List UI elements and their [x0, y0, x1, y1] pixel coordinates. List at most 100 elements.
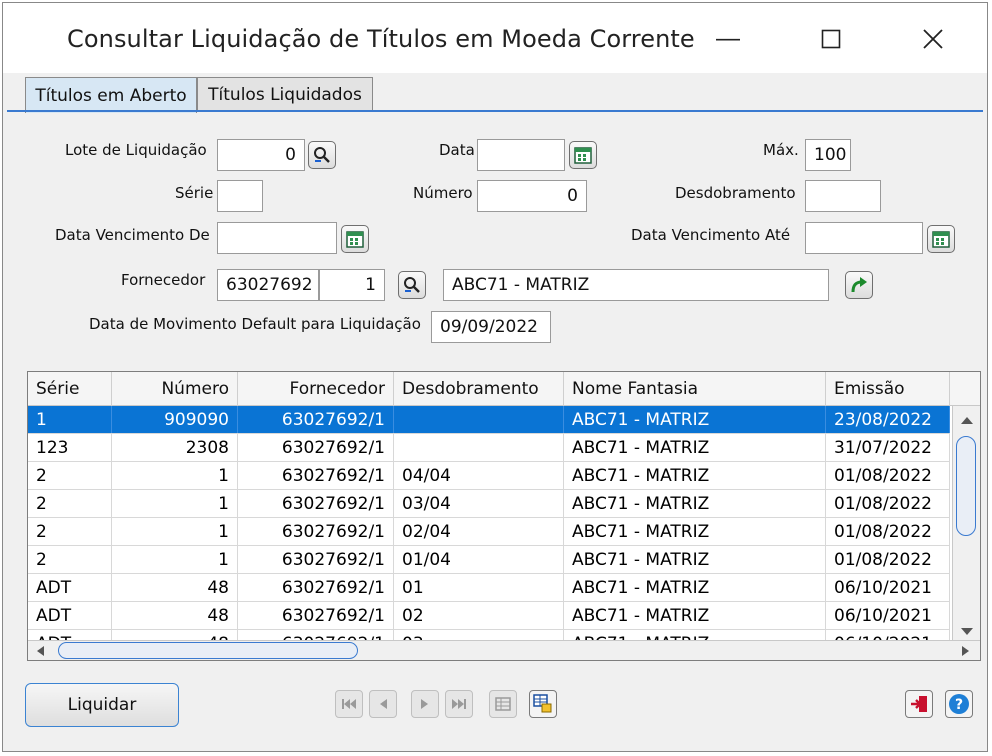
- venc-de-calendar-button[interactable]: [341, 225, 369, 253]
- first-record-button[interactable]: [335, 690, 363, 718]
- scroll-down-icon: [961, 628, 973, 635]
- max-label: Máx.: [763, 141, 799, 159]
- mov-input[interactable]: 09/09/2022: [431, 311, 551, 343]
- cell-serie: 2: [28, 462, 112, 489]
- lote-search-button[interactable]: [308, 141, 336, 169]
- help-icon: ?: [949, 694, 969, 714]
- maximize-button[interactable]: [801, 17, 861, 61]
- lote-label: Lote de Liquidação: [65, 141, 207, 159]
- scroll-left-icon: [37, 646, 44, 656]
- horizontal-scrollbar[interactable]: [28, 640, 980, 660]
- fornecedor-seq-input[interactable]: 1: [319, 269, 385, 301]
- cell-nome-fantasia: ABC71 - MATRIZ: [564, 602, 826, 629]
- fornecedor-name-field: ABC71 - MATRIZ: [443, 269, 829, 301]
- exit-button[interactable]: [905, 690, 933, 718]
- green-arrow-icon: [851, 277, 867, 293]
- col-header-serie[interactable]: Série: [28, 372, 112, 406]
- desdobramento-label: Desdobramento: [675, 184, 796, 202]
- serie-input[interactable]: [217, 180, 263, 212]
- venc-de-label: Data Vencimento De: [55, 226, 210, 244]
- previous-record-button[interactable]: [369, 690, 397, 718]
- cell-desdobramento: 01/04: [394, 546, 564, 573]
- cell-emissao: 06/10/2021: [826, 602, 950, 629]
- col-header-nome-fantasia[interactable]: Nome Fantasia: [564, 372, 826, 406]
- cell-numero: 1: [112, 518, 238, 545]
- cell-nome-fantasia: ABC71 - MATRIZ: [564, 462, 826, 489]
- cell-emissao: 23/08/2022: [826, 406, 950, 433]
- export-button[interactable]: [529, 690, 557, 718]
- data-input[interactable]: [477, 139, 565, 171]
- table-row[interactable]: 2 1 63027692/1 04/04 ABC71 - MATRIZ 01/08/202…: [28, 462, 950, 490]
- data-calendar-button[interactable]: [569, 141, 597, 169]
- venc-ate-label: Data Vencimento Até: [631, 226, 791, 244]
- lote-input[interactable]: 0: [217, 139, 305, 171]
- table-row[interactable]: 2 1 63027692/1 02/04 ABC71 - MATRIZ 01/08/202…: [28, 518, 950, 546]
- col-header-numero[interactable]: Número: [112, 372, 238, 406]
- first-icon: [342, 699, 356, 709]
- cell-fornecedor: 63027692/1: [238, 490, 394, 517]
- cell-fornecedor: 63027692/1: [238, 434, 394, 461]
- table-row[interactable]: 1 909090 63027692/1 ABC71 - MATRIZ 23/08/202…: [28, 406, 950, 434]
- next-record-button[interactable]: [411, 690, 439, 718]
- cell-desdobramento: [394, 434, 564, 461]
- vertical-scrollbar[interactable]: [952, 406, 980, 646]
- cell-numero: 1: [112, 490, 238, 517]
- maximize-icon: [821, 29, 841, 49]
- horizontal-scroll-thumb[interactable]: [58, 642, 358, 659]
- venc-ate-input[interactable]: [805, 222, 923, 254]
- tab-titulos-liquidados[interactable]: Títulos Liquidados: [197, 77, 373, 111]
- cell-serie: 2: [28, 490, 112, 517]
- cell-serie: 2: [28, 546, 112, 573]
- cell-desdobramento: [394, 406, 564, 433]
- minimize-button[interactable]: —: [698, 17, 758, 61]
- next-icon: [421, 699, 428, 709]
- venc-ate-calendar-button[interactable]: [927, 225, 955, 253]
- cell-emissao: 01/08/2022: [826, 462, 950, 489]
- venc-de-input[interactable]: [217, 222, 337, 254]
- table-row[interactable]: 123 2308 63027692/1 ABC71 - MATRIZ 31/07/202…: [28, 434, 950, 462]
- col-header-emissao[interactable]: Emissão: [826, 372, 950, 406]
- table-row[interactable]: ADT 48 63027692/1 02 ABC71 - MATRIZ 06/10/202…: [28, 602, 950, 630]
- liquidar-button[interactable]: Liquidar: [25, 683, 179, 727]
- tab-titulos-em-aberto[interactable]: Títulos em Aberto: [25, 77, 197, 113]
- table-row[interactable]: 2 1 63027692/1 03/04 ABC71 - MATRIZ 01/08/202…: [28, 490, 950, 518]
- data-label: Data: [439, 141, 475, 159]
- cell-fornecedor: 63027692/1: [238, 518, 394, 545]
- cell-nome-fantasia: ABC71 - MATRIZ: [564, 434, 826, 461]
- cell-nome-fantasia: ABC71 - MATRIZ: [564, 574, 826, 601]
- numero-input[interactable]: 0: [477, 180, 587, 212]
- cell-emissao: 31/07/2022: [826, 434, 950, 461]
- grid-header: Série Número Fornecedor Desdobramento No…: [28, 372, 980, 406]
- cell-fornecedor: 63027692/1: [238, 406, 394, 433]
- close-button[interactable]: [903, 17, 963, 61]
- vertical-scroll-thumb[interactable]: [956, 436, 976, 536]
- numero-label: Número: [413, 184, 473, 202]
- last-record-button[interactable]: [445, 690, 473, 718]
- fornecedor-label: Fornecedor: [121, 271, 206, 289]
- help-button[interactable]: ?: [945, 690, 973, 718]
- desdobramento-input[interactable]: [805, 180, 881, 212]
- cell-numero: 2308: [112, 434, 238, 461]
- max-input[interactable]: 100: [805, 139, 851, 171]
- fornecedor-search-button[interactable]: [398, 271, 426, 299]
- table-row[interactable]: ADT 48 63027692/1 01 ABC71 - MATRIZ 06/10/202…: [28, 574, 950, 602]
- fornecedor-go-button[interactable]: [845, 271, 873, 299]
- window-title: Consultar Liquidação de Títulos em Moeda…: [67, 25, 695, 53]
- scroll-up-icon: [961, 417, 973, 424]
- title-bar: Consultar Liquidação de Títulos em Moeda…: [3, 3, 987, 73]
- col-header-fornecedor[interactable]: Fornecedor: [238, 372, 394, 406]
- exit-icon: [911, 696, 927, 712]
- table-icon: [495, 697, 511, 711]
- cell-nome-fantasia: ABC71 - MATRIZ: [564, 406, 826, 433]
- cell-numero: 1: [112, 462, 238, 489]
- fornecedor-code-input[interactable]: 63027692: [217, 269, 319, 301]
- cell-serie: ADT: [28, 602, 112, 629]
- table-row[interactable]: 2 1 63027692/1 01/04 ABC71 - MATRIZ 01/08/202…: [28, 546, 950, 574]
- last-icon: [452, 699, 466, 709]
- col-header-desdobramento[interactable]: Desdobramento: [394, 372, 564, 406]
- cell-serie: 2: [28, 518, 112, 545]
- grid-view-button[interactable]: [489, 690, 517, 718]
- calendar-icon: [574, 147, 592, 164]
- search-icon: [404, 277, 420, 293]
- cell-numero: 48: [112, 574, 238, 601]
